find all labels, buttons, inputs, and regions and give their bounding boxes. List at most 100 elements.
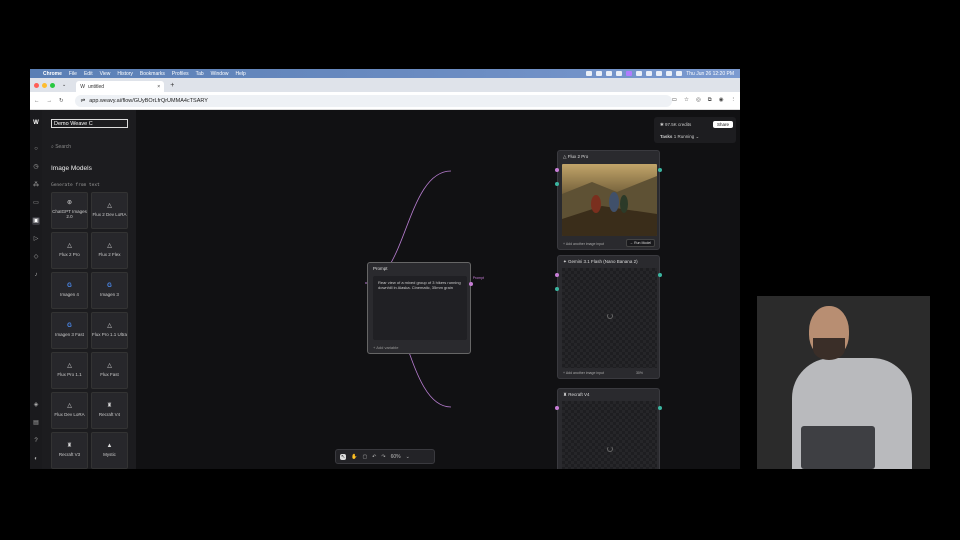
menu-edit[interactable]: Edit (84, 71, 93, 77)
address-bar[interactable]: ⇌ app.weavy.ai/flow/GUyBOrLfrQrUMMA4cTSA… (74, 94, 672, 107)
extension-icon[interactable]: ◎ (696, 97, 701, 104)
discord-icon[interactable]: ◐ (32, 455, 40, 463)
status-icon[interactable] (606, 71, 613, 76)
reload-icon[interactable]: ↻ (59, 98, 64, 104)
more-menu-icon[interactable]: ⋮ (731, 97, 737, 104)
back-icon[interactable]: ← (34, 98, 40, 104)
recraft-v4-node[interactable]: ♜ Recraft V4 (555, 388, 662, 469)
tasks-indicator[interactable]: Tasks 1 Running ⌄ (660, 134, 699, 140)
output-port[interactable] (658, 168, 662, 172)
menu-window[interactable]: Window (211, 71, 229, 77)
minimize-window-button[interactable] (42, 82, 47, 88)
pan-tool-icon[interactable]: ✋ (351, 454, 357, 460)
redo-icon[interactable]: ↷ (381, 454, 385, 460)
run-model-button[interactable]: → Run Model (625, 239, 655, 247)
video-models-icon[interactable]: ▷ (32, 235, 40, 243)
tab-close-icon[interactable]: × (157, 84, 160, 90)
3d-models-icon[interactable]: ◇ (32, 253, 40, 261)
output-port[interactable] (658, 406, 662, 410)
status-icon[interactable] (586, 71, 593, 76)
status-icon[interactable] (596, 71, 603, 76)
search-icon[interactable]: ○ (32, 145, 40, 153)
menu-tab[interactable]: Tab (196, 71, 204, 77)
zoom-level[interactable]: 60% (391, 454, 401, 460)
close-window-button[interactable] (34, 82, 39, 88)
model-card[interactable]: △ Flux Fast (91, 352, 128, 389)
bookmark-star-icon[interactable]: ☆ (684, 97, 689, 104)
toolbox-icon[interactable]: ▭ (32, 199, 40, 207)
chevron-down-icon[interactable]: ⌄ (406, 454, 410, 460)
model-card[interactable]: △ Flux Pro 1.1 (51, 352, 88, 389)
select-tool-icon[interactable]: ↖ (340, 453, 347, 460)
model-card[interactable]: G Imagen 3 (91, 272, 128, 309)
status-icon[interactable] (636, 71, 643, 76)
nodes-icon[interactable]: ⁂ (32, 181, 40, 189)
history-icon[interactable]: ◷ (32, 163, 40, 171)
battery-icon[interactable] (646, 71, 653, 76)
model-card[interactable]: ⊛ ChatGPT Images 2.0 (51, 192, 88, 229)
output-label: Prompt (472, 276, 484, 280)
menu-view[interactable]: View (100, 71, 111, 77)
menu-chrome[interactable]: Chrome (43, 71, 62, 77)
menu-bookmarks[interactable]: Bookmarks (140, 71, 165, 77)
control-center-icon[interactable] (676, 71, 683, 76)
menu-help[interactable]: Help (235, 71, 245, 77)
weavy-logo-icon[interactable]: W (32, 119, 40, 127)
model-card[interactable]: △ Flux 2 Pro (51, 232, 88, 269)
new-tab-button[interactable]: + (170, 82, 174, 89)
add-variable-button[interactable]: + Add variable (373, 345, 398, 350)
project-name-input[interactable]: Demo Weave C (51, 119, 128, 128)
prompt-node[interactable]: Prompt Rear view of a mixed group of 3 h… (367, 262, 484, 354)
generated-image[interactable] (562, 164, 657, 236)
model-card[interactable]: △ Flux Pro 1.1 Ultra (91, 312, 128, 349)
search-icon[interactable] (666, 71, 673, 76)
output-port[interactable] (658, 273, 662, 277)
docs-icon[interactable]: ▤ (32, 419, 40, 427)
menu-file[interactable]: File (69, 71, 77, 77)
menu-profiles[interactable]: Profiles (172, 71, 189, 77)
model-card[interactable]: △ Flux 2 Dev LoRA (91, 192, 128, 229)
image-models-icon[interactable]: ▣ (32, 217, 40, 225)
model-card[interactable]: G Imagen 4 (51, 272, 88, 309)
gemini-node[interactable]: ✦ Gemini 3.1 Flash (Nano Banana 2) + Add… (555, 255, 662, 379)
input-port[interactable] (555, 273, 559, 277)
model-card[interactable]: ▲ Mystic (91, 432, 128, 469)
audio-models-icon[interactable]: ♪ (32, 271, 40, 279)
prompt-textarea[interactable]: Rear view of a mixed group of 3 hikers r… (373, 276, 467, 340)
note-tool-icon[interactable]: ▢ (362, 454, 367, 460)
help-icon[interactable]: ? (32, 437, 40, 445)
input-port[interactable] (555, 168, 559, 172)
tab-search-icon[interactable]: ⌄ (62, 82, 66, 88)
flux-2-pro-node[interactable]: △ Flux 2 Pro + Add another image input →… (555, 150, 662, 250)
clock[interactable]: Thu Jun 26 12:20 PM (686, 71, 734, 77)
prompt-output-port[interactable] (469, 282, 473, 286)
flux-icon: △ (107, 363, 112, 369)
model-card[interactable]: ♜ Recraft V4 (91, 392, 128, 429)
input-port[interactable] (555, 182, 559, 186)
settings-icon[interactable]: ◈ (32, 401, 40, 409)
model-card[interactable]: △ Flux Dev LoRA (51, 392, 88, 429)
profile-icon[interactable]: ◉ (719, 97, 724, 104)
input-port[interactable] (555, 406, 559, 410)
flow-canvas[interactable]: ✱ 97.5K credits Share Tasks 1 Running ⌄ … (136, 110, 740, 469)
tab-strip: ⌄ W untitled × + (30, 78, 740, 92)
recording-icon[interactable] (626, 71, 633, 76)
forward-icon[interactable]: → (47, 98, 53, 104)
menu-history[interactable]: History (117, 71, 133, 77)
undo-icon[interactable]: ↶ (372, 454, 376, 460)
wifi-icon[interactable] (656, 71, 663, 76)
model-card[interactable]: △ Flux 2 Flex (91, 232, 128, 269)
zoom-window-button[interactable] (50, 82, 55, 88)
install-icon[interactable]: ▭ (672, 97, 677, 104)
site-info-icon[interactable]: ⇌ (81, 98, 86, 104)
browser-tab[interactable]: W untitled × (76, 81, 165, 92)
extensions-puzzle-icon[interactable]: ⧉ (708, 97, 712, 104)
add-image-input-button[interactable]: + Add another image input (563, 242, 604, 246)
add-image-input-button[interactable]: + Add another image input (563, 371, 604, 375)
models-search[interactable]: ⌕ Search (51, 144, 71, 150)
model-card[interactable]: G Imagen 3 Fast (51, 312, 88, 349)
input-port[interactable] (555, 287, 559, 291)
status-icon[interactable] (616, 71, 623, 76)
share-button[interactable]: Share (712, 121, 733, 128)
model-card[interactable]: ♜ Recraft V3 (51, 432, 88, 469)
